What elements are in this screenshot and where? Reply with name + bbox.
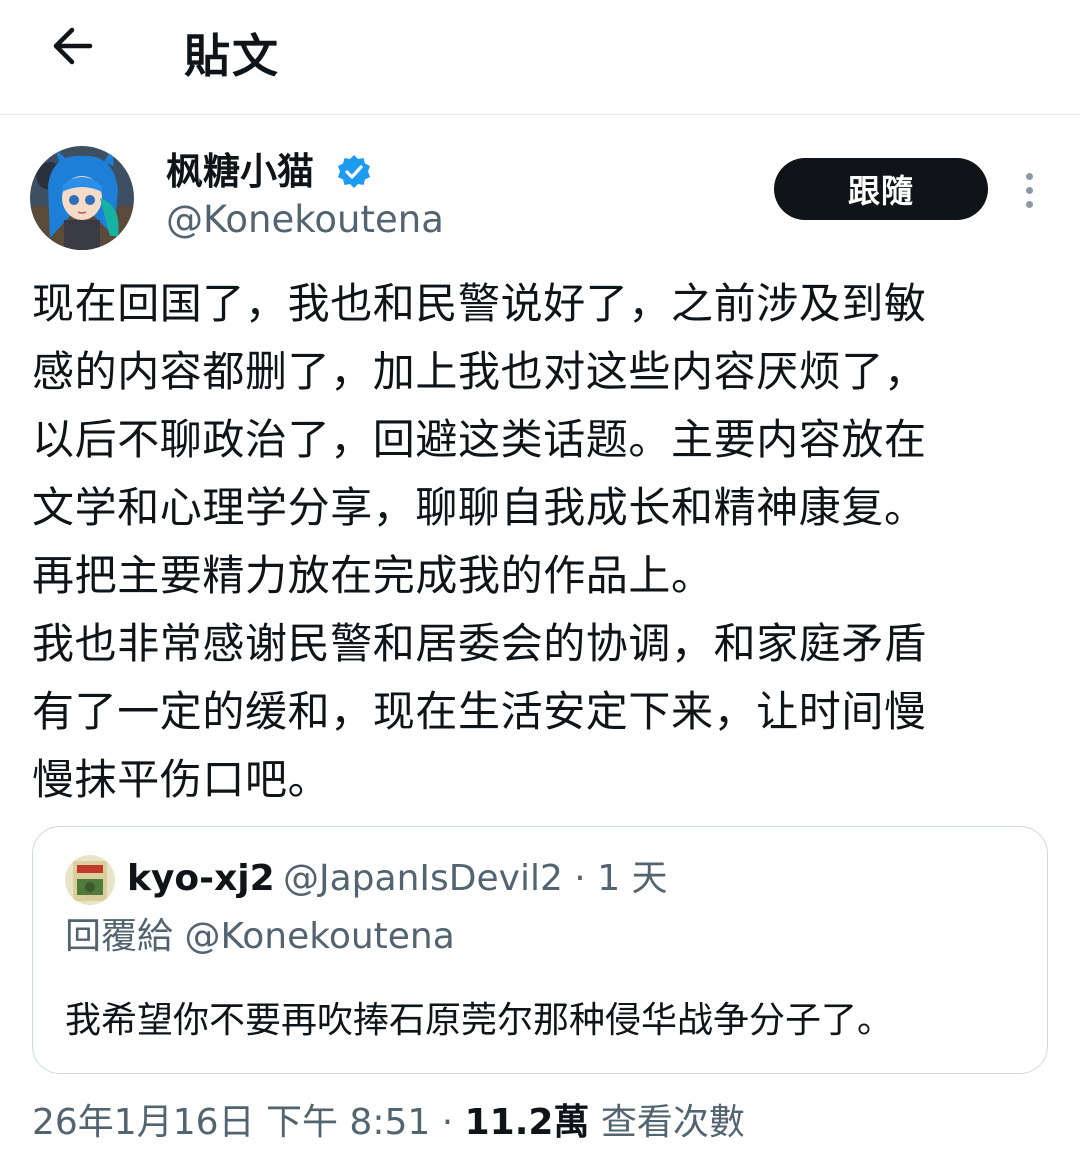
post-text-line: 文学和心理学分享，聊聊自我成长和精神康复。: [32, 483, 927, 532]
arrow-left-icon: [53, 27, 93, 65]
post-meta: 26年1月16日 下午 8:51 · 11.2萬 查看次數: [32, 1098, 745, 1148]
post-text-line: 感的内容都删了，加上我也对这些内容厌烦了，: [32, 347, 927, 396]
quoted-author-name[interactable]: kyo-xj2: [127, 855, 275, 903]
quoted-author-handle-time: @JapanIsDevil2 · 1 天: [283, 858, 668, 899]
author-avatar[interactable]: [30, 146, 134, 250]
author-display-name[interactable]: 枫糖小猫: [166, 148, 314, 196]
views-count: 11.2萬: [464, 1102, 590, 1143]
page-title: 貼文: [184, 29, 280, 83]
post-text: 现在回国了，我也和民警说好了，之前涉及到敏 感的内容都删了，加上我也对这些内容厌…: [32, 270, 1052, 814]
back-button[interactable]: [42, 18, 102, 74]
post-detail-page: 貼文 枫糖小猫 @Konekoutena 跟隨 现在回国了，我也和民警说好了，之…: [0, 0, 1080, 1168]
post-text-line: 再把主要精力放在完成我的作品上。: [32, 551, 714, 600]
avatar-illustration: [30, 146, 134, 250]
verified-badge-icon: [338, 155, 370, 188]
views-label: 查看次數: [589, 1102, 745, 1143]
quoted-author-avatar[interactable]: [65, 855, 115, 905]
more-vertical-icon-dot: [1025, 186, 1033, 194]
post-text-line: 慢抹平伤口吧。: [32, 755, 331, 804]
more-vertical-icon-dot: [1025, 200, 1033, 208]
author-handle[interactable]: @Konekoutena: [166, 196, 444, 244]
more-vertical-icon: [1025, 172, 1033, 180]
post-text-line: 有了一定的缓和，现在生活安定下来，让时间慢: [32, 687, 927, 736]
post-text-line: 我也非常感谢民警和居委会的协调，和家庭矛盾: [32, 619, 927, 668]
quoted-post-text: 我希望你不要再吹捧石原莞尔那种侵华战争分子了。: [65, 1000, 894, 1041]
more-options-button[interactable]: [1012, 166, 1046, 214]
post-text-line: 现在回国了，我也和民警说好了，之前涉及到敏: [32, 279, 927, 328]
quoted-reply-to: 回覆給 @Konekoutena: [65, 916, 455, 957]
post-text-line: 以后不聊政治了，回避这类话题。主要内容放在: [32, 415, 927, 464]
quoted-post-card[interactable]: kyo-xj2 @JapanIsDevil2 · 1 天 回覆給 @Koneko…: [32, 826, 1048, 1074]
follow-button[interactable]: 跟隨: [774, 158, 988, 220]
quoted-avatar-illustration: [65, 855, 115, 905]
post-timestamp[interactable]: 26年1月16日 下午 8:51 ·: [32, 1102, 465, 1143]
top-bar: 貼文: [0, 0, 1080, 115]
